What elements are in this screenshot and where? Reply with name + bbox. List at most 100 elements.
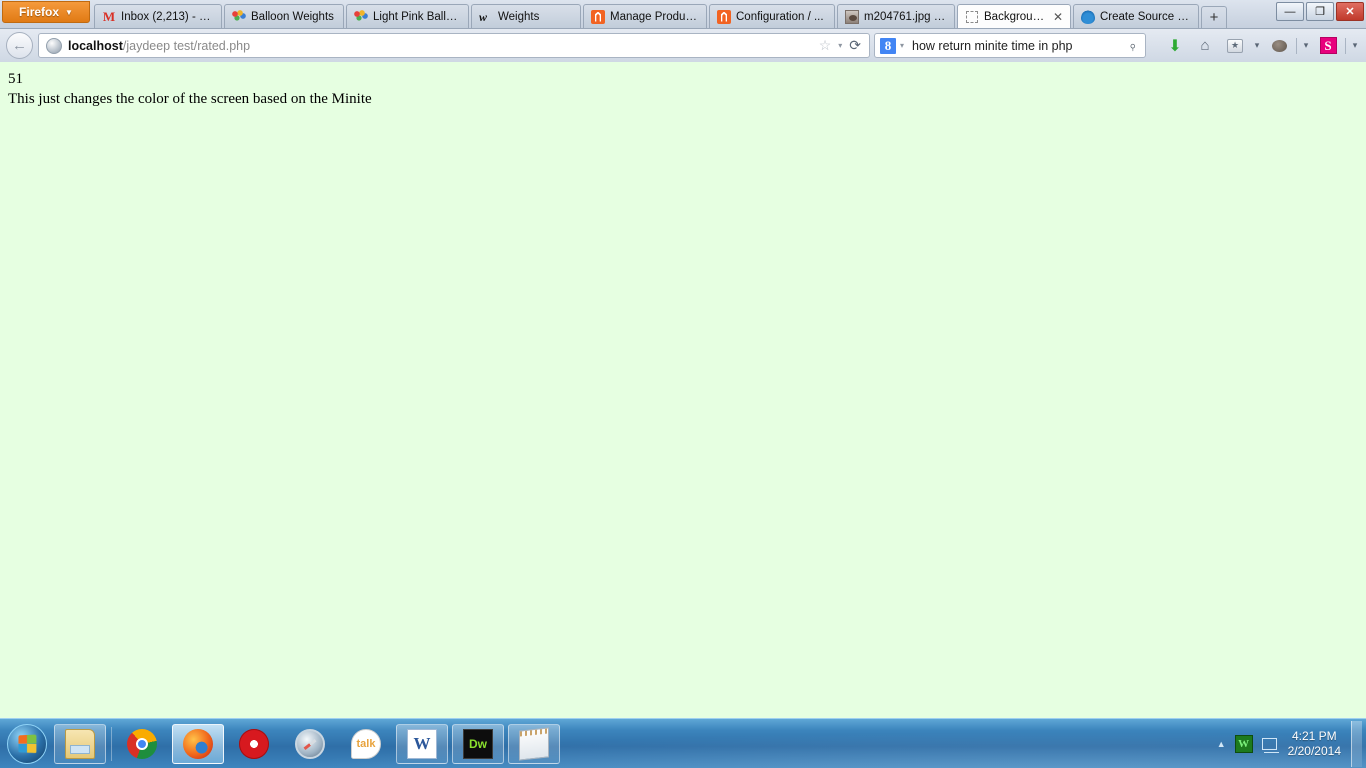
tab-balloon-weights[interactable]: Balloon Weights — [224, 4, 344, 28]
tab-weights[interactable]: w Weights — [471, 4, 581, 28]
minimize-button[interactable]: — — [1276, 2, 1304, 21]
dreamweaver-icon: Dw — [463, 729, 493, 759]
windows-taskbar: talk W Dw ▲ W 4:21 PM 2/20/2014 — [0, 718, 1366, 768]
explorer-icon — [65, 729, 95, 759]
page-content: 51 This just changes the color of the sc… — [0, 62, 1366, 718]
new-tab-button[interactable]: + — [1201, 6, 1227, 28]
bookmark-star-icon[interactable]: ☆ — [819, 37, 832, 54]
close-icon[interactable]: ✕ — [1053, 11, 1063, 23]
tab-manage-products[interactable]: Manage Produc... — [583, 4, 707, 28]
tab-light-pink-balloon[interactable]: Light Pink Ballo... — [346, 4, 469, 28]
google-search-engine-icon[interactable]: 8 — [880, 37, 896, 54]
home-icon[interactable]: ⌂ — [1190, 33, 1220, 58]
tab-label: m204761.jpg (JP... — [864, 10, 947, 23]
taskbar-divider — [111, 727, 112, 761]
bug-glyph — [1271, 39, 1287, 52]
taskbar-item-google-chrome[interactable] — [116, 724, 168, 764]
skype-glyph: S — [1319, 37, 1337, 54]
home-glyph: ⌂ — [1200, 37, 1210, 54]
bookmarks-icon[interactable]: ★ — [1220, 33, 1250, 58]
taskbar-item-opera[interactable] — [228, 724, 280, 764]
tab-strip: Firefox ▼ M Inbox (2,213) - c... Balloon… — [0, 0, 1366, 29]
toolbar-divider — [1345, 37, 1346, 54]
address-bar[interactable]: localhost/jaydeep test/rated.php ☆ ▾ ⟳ — [38, 33, 870, 58]
tab-background[interactable]: Background ... ✕ — [957, 4, 1071, 28]
search-input[interactable]: how return minite time in php — [912, 39, 1073, 53]
taskbar-item-google-talk[interactable]: talk — [340, 724, 392, 764]
tab-label: Background ... — [984, 10, 1045, 23]
search-bar[interactable]: 8 ▾ how return minite time in php ⌕ — [874, 33, 1146, 58]
tab-create-source[interactable]: Create Source C... — [1073, 4, 1199, 28]
taskbar-item-dreamweaver[interactable]: Dw — [452, 724, 504, 764]
toolbar-divider — [1296, 37, 1297, 54]
tab-configuration[interactable]: Configuration / ... — [709, 4, 835, 28]
talk-icon: talk — [351, 729, 381, 759]
chrome-icon — [127, 729, 157, 759]
url-text: localhost/jaydeep test/rated.php — [68, 39, 250, 53]
word-icon: W — [407, 729, 437, 759]
tab-label: Light Pink Ballo... — [373, 10, 461, 23]
navigation-toolbar: ← localhost/jaydeep test/rated.php ☆ ▾ ⟳… — [0, 29, 1366, 63]
magento-icon — [717, 9, 731, 24]
bookmark-glyph: ★ — [1227, 38, 1243, 53]
url-path: /jaydeep test/rated.php — [122, 38, 251, 53]
search-icon[interactable]: ⌕ — [1124, 37, 1140, 53]
taskbar-item-safari[interactable] — [284, 724, 336, 764]
system-tray: ▲ W 4:21 PM 2/20/2014 — [1208, 719, 1366, 768]
clock-time: 4:21 PM — [1291, 729, 1337, 743]
back-button[interactable]: ← — [6, 32, 33, 59]
addon-bug-icon[interactable] — [1264, 33, 1294, 58]
toolbar-icons: ⬇ ⌂ ★ ▾ ▾ S ▾ — [1160, 33, 1362, 58]
firefox-menu-button[interactable]: Firefox ▼ — [2, 1, 90, 23]
tab-label: Create Source C... — [1100, 10, 1191, 23]
gmail-icon: M — [102, 8, 116, 24]
tab-label: Configuration / ... — [736, 10, 824, 23]
chevron-down-icon: ▼ — [65, 7, 73, 17]
balloon-icon — [232, 9, 246, 24]
taskbar-item-notepad[interactable] — [508, 724, 560, 764]
taskbar-item-microsoft-word[interactable]: W — [396, 724, 448, 764]
chevron-down-icon[interactable]: ▾ — [1250, 33, 1264, 58]
page-description: This just changes the color of the scree… — [8, 90, 372, 107]
drupal-icon — [1081, 9, 1095, 24]
minute-value: 51 — [8, 71, 23, 87]
tab-list: M Inbox (2,213) - c... Balloon Weights L… — [94, 4, 1227, 28]
reload-icon[interactable]: ⟳ — [849, 37, 861, 54]
maximize-button[interactable]: ❐ — [1306, 2, 1334, 21]
desktop-screen: Firefox ▼ M Inbox (2,213) - c... Balloon… — [0, 0, 1366, 768]
tab-label: Balloon Weights — [251, 10, 334, 23]
tray-app-icon[interactable]: W — [1234, 735, 1253, 753]
photo-thumbnail-icon — [845, 9, 859, 24]
close-window-button[interactable]: ✕ — [1336, 2, 1364, 21]
show-hidden-icons-icon[interactable]: ▲ — [1208, 739, 1235, 749]
tab-label: Inbox (2,213) - c... — [121, 10, 214, 23]
taskbar-item-mozilla-firefox[interactable] — [172, 724, 224, 764]
address-bar-icons: ☆ ▾ ⟳ — [819, 37, 869, 54]
magento-icon — [591, 9, 605, 24]
window-controls: — ❐ ✕ — [1276, 2, 1364, 21]
network-icon[interactable] — [1261, 738, 1279, 753]
chevron-down-icon[interactable]: ▾ — [1299, 33, 1313, 58]
skype-s-icon[interactable]: S — [1313, 33, 1343, 58]
taskbar-item-windows-explorer[interactable] — [54, 724, 106, 764]
downloads-arrow-glyph: ⬇ — [1168, 37, 1182, 55]
clock[interactable]: 4:21 PM 2/20/2014 — [1286, 729, 1349, 759]
chevron-down-icon[interactable]: ▾ — [1348, 33, 1362, 58]
downloads-icon[interactable]: ⬇ — [1160, 33, 1190, 58]
tab-label: Manage Produc... — [610, 10, 699, 23]
chevron-down-icon[interactable]: ▾ — [900, 41, 904, 50]
chevron-down-icon[interactable]: ▾ — [838, 41, 842, 50]
show-desktop-button[interactable] — [1351, 721, 1362, 767]
placeholder-favicon-icon — [965, 10, 979, 24]
safari-icon — [295, 729, 325, 759]
opera-icon — [239, 729, 269, 759]
start-button[interactable] — [4, 723, 50, 765]
windows-logo-icon — [7, 724, 47, 764]
tab-inbox[interactable]: M Inbox (2,213) - c... — [94, 4, 222, 28]
w-letter-icon: w — [479, 9, 488, 24]
globe-icon — [46, 37, 62, 54]
tab-image-m204761[interactable]: m204761.jpg (JP... — [837, 4, 955, 28]
tab-label: Weights — [498, 10, 540, 23]
firefox-icon — [183, 729, 213, 759]
balloon-icon — [354, 9, 368, 24]
